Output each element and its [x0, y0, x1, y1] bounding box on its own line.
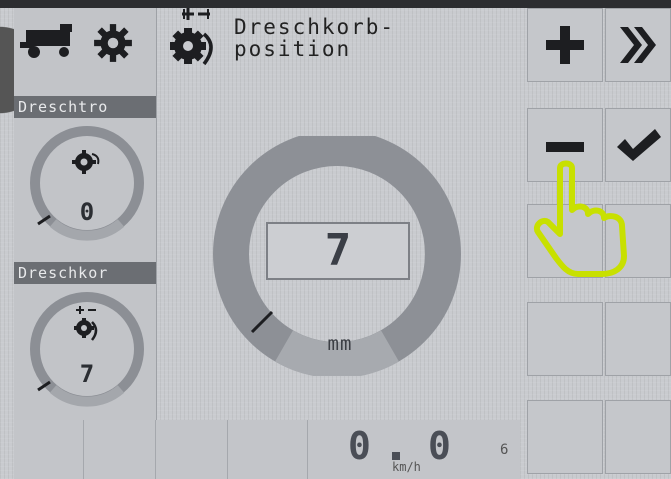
drum-speed-value: 0	[79, 198, 95, 226]
unit-label: mm	[327, 333, 353, 355]
concave-position-value[interactable]: 7	[266, 222, 410, 280]
top-icon-row	[14, 8, 156, 94]
concave-header[interactable]: Dreschkor	[14, 262, 156, 284]
minus-icon	[546, 142, 584, 152]
concave-gauge[interactable]	[28, 290, 146, 408]
concave-adjust-icon	[170, 8, 213, 66]
next-page-button[interactable]	[605, 8, 671, 82]
drum-speed-header[interactable]: Dreschtro	[14, 96, 156, 118]
status-cell	[228, 420, 308, 479]
softkey-empty-3r[interactable]	[605, 204, 671, 278]
speed-unit: km/h	[392, 460, 421, 474]
concave-adjust-icon	[74, 306, 98, 341]
left-status-column: Dreschtro 0 Dreschkor 7	[14, 8, 157, 420]
gear-icon[interactable]	[92, 22, 134, 64]
drum-speed-icon	[72, 150, 100, 174]
double-chevron-right-icon	[620, 27, 656, 63]
decimal-point	[392, 452, 400, 460]
combine-harvester-icon[interactable]	[20, 24, 80, 60]
page-header: Dreschkorb- position	[160, 8, 520, 70]
softkey-empty-3l[interactable]	[527, 204, 603, 278]
status-cell	[84, 420, 156, 479]
softkey-empty-5r[interactable]	[605, 400, 671, 474]
softkey-empty-4r[interactable]	[605, 302, 671, 376]
ground-speed-decimal: 0	[428, 424, 451, 468]
softkey-empty-5l[interactable]	[527, 400, 603, 474]
rotary-knob	[0, 0, 14, 140]
status-cell	[156, 420, 228, 479]
ground-speed-integer: 0	[348, 424, 371, 468]
decrease-button[interactable]	[527, 108, 603, 182]
softkey-empty-4l[interactable]	[527, 302, 603, 376]
check-icon	[617, 129, 661, 161]
concave-value: 7	[79, 360, 95, 388]
increase-button[interactable]	[527, 8, 603, 82]
status-cell	[14, 420, 84, 479]
display-bezel	[0, 0, 671, 8]
status-bar: 0 0 km/h 6	[14, 420, 520, 479]
page-title: Dreschkorb- position	[234, 15, 396, 61]
plus-icon	[546, 26, 584, 64]
gear-indicator: 6	[500, 442, 509, 458]
confirm-button[interactable]	[605, 108, 671, 182]
